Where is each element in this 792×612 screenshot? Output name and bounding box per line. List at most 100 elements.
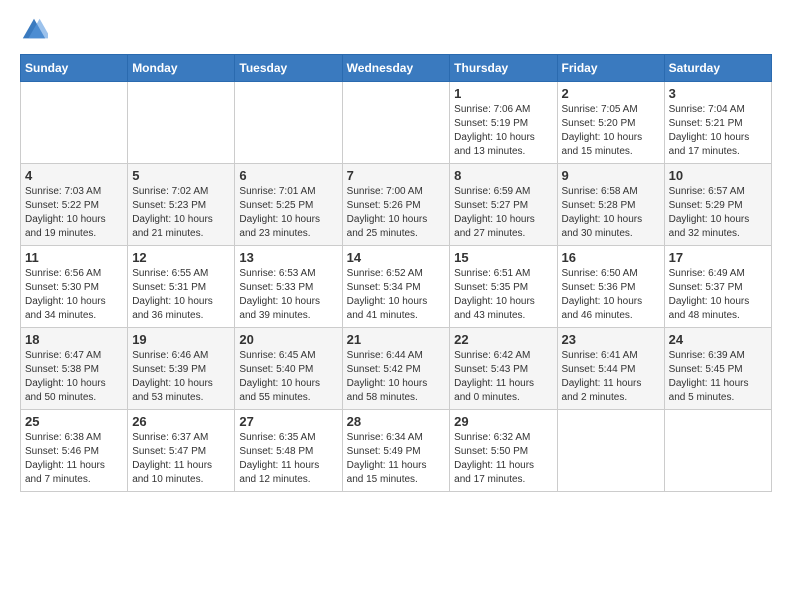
day-info: Sunrise: 6:49 AM Sunset: 5:37 PM Dayligh… — [669, 267, 767, 323]
calendar-cell: 8Sunrise: 6:59 AM Sunset: 5:27 PM Daylig… — [450, 164, 557, 246]
calendar-cell: 16 Sunrise: 6:50 AM Sunset: 5:36 PM Dayli… — [557, 246, 664, 328]
week-row-3: 11 Sunrise: 6:56 AM Sunset: 5:30 PM Dayli… — [21, 246, 772, 328]
day-number: 12 — [132, 250, 230, 265]
day-number: 21 — [347, 332, 446, 347]
calendar-header-row: SundayMondayTuesdayWednesdayThursdayFrid… — [21, 55, 772, 82]
day-number: 10 — [669, 168, 767, 183]
calendar-cell: 17Sunrise: 6:49 AM Sunset: 5:37 PM Dayli… — [664, 246, 771, 328]
calendar-cell: 5 Sunrise: 7:02 AM Sunset: 5:23 PM Daylig… — [128, 164, 235, 246]
day-number: 27 — [239, 414, 337, 429]
day-info: Sunrise: 6:45 AM Sunset: 5:40 PM Dayligh… — [239, 349, 337, 405]
logo-icon — [20, 16, 48, 44]
day-info: Sunrise: 6:51 AM Sunset: 5:35 PM Dayligh… — [454, 267, 552, 323]
day-info: Sunrise: 6:58 AM Sunset: 5:28 PM Dayligh… — [562, 185, 660, 241]
day-info: Sunrise: 6:56 AM Sunset: 5:30 PM Dayligh… — [25, 267, 123, 323]
calendar-cell: 11 Sunrise: 6:56 AM Sunset: 5:30 PM Dayli… — [21, 246, 128, 328]
day-number: 1 — [454, 86, 552, 101]
day-number: 25 — [25, 414, 123, 429]
calendar-cell: 14 Sunrise: 6:52 AM Sunset: 5:34 PM Dayli… — [342, 246, 450, 328]
calendar-cell: 25 Sunrise: 6:38 AM Sunset: 5:46 PM Dayli… — [21, 410, 128, 492]
calendar-cell: 21 Sunrise: 6:44 AM Sunset: 5:42 PM Dayli… — [342, 328, 450, 410]
calendar-cell: 7 Sunrise: 7:00 AM Sunset: 5:26 PM Daylig… — [342, 164, 450, 246]
week-row-5: 25 Sunrise: 6:38 AM Sunset: 5:46 PM Dayli… — [21, 410, 772, 492]
week-row-4: 18 Sunrise: 6:47 AM Sunset: 5:38 PM Dayli… — [21, 328, 772, 410]
week-row-2: 4 Sunrise: 7:03 AM Sunset: 5:22 PM Daylig… — [21, 164, 772, 246]
day-number: 2 — [562, 86, 660, 101]
calendar-cell: 12 Sunrise: 6:55 AM Sunset: 5:31 PM Dayli… — [128, 246, 235, 328]
day-number: 4 — [25, 168, 123, 183]
day-info: Sunrise: 6:53 AM Sunset: 5:33 PM Dayligh… — [239, 267, 337, 323]
calendar-cell: 29Sunrise: 6:32 AM Sunset: 5:50 PM Dayli… — [450, 410, 557, 492]
day-info: Sunrise: 6:32 AM Sunset: 5:50 PM Dayligh… — [454, 431, 552, 487]
day-header-friday: Friday — [557, 55, 664, 82]
day-number: 11 — [25, 250, 123, 265]
day-number: 3 — [669, 86, 767, 101]
day-number: 7 — [347, 168, 446, 183]
calendar-cell — [557, 410, 664, 492]
day-number: 13 — [239, 250, 337, 265]
calendar-cell: 20 Sunrise: 6:45 AM Sunset: 5:40 PM Dayli… — [235, 328, 342, 410]
calendar-cell: 24 Sunrise: 6:39 AM Sunset: 5:45 PM Dayli… — [664, 328, 771, 410]
day-info: Sunrise: 6:44 AM Sunset: 5:42 PM Dayligh… — [347, 349, 446, 405]
day-info: Sunrise: 6:42 AM Sunset: 5:43 PM Dayligh… — [454, 349, 552, 405]
day-info: Sunrise: 6:41 AM Sunset: 5:44 PM Dayligh… — [562, 349, 660, 405]
day-info: Sunrise: 6:57 AM Sunset: 5:29 PM Dayligh… — [669, 185, 767, 241]
day-number: 19 — [132, 332, 230, 347]
day-info: Sunrise: 7:01 AM Sunset: 5:25 PM Dayligh… — [239, 185, 337, 241]
day-header-saturday: Saturday — [664, 55, 771, 82]
day-info: Sunrise: 6:55 AM Sunset: 5:31 PM Dayligh… — [132, 267, 230, 323]
calendar-cell — [342, 82, 450, 164]
day-info: Sunrise: 6:47 AM Sunset: 5:38 PM Dayligh… — [25, 349, 123, 405]
calendar-cell: 22 Sunrise: 6:42 AM Sunset: 5:43 PM Dayli… — [450, 328, 557, 410]
day-info: Sunrise: 7:06 AM Sunset: 5:19 PM Dayligh… — [454, 103, 552, 159]
calendar-cell: 4 Sunrise: 7:03 AM Sunset: 5:22 PM Daylig… — [21, 164, 128, 246]
day-number: 26 — [132, 414, 230, 429]
calendar-cell — [21, 82, 128, 164]
day-header-thursday: Thursday — [450, 55, 557, 82]
day-info: Sunrise: 6:38 AM Sunset: 5:46 PM Dayligh… — [25, 431, 123, 487]
calendar-cell: 1 Sunrise: 7:06 AM Sunset: 5:19 PM Daylig… — [450, 82, 557, 164]
day-info: Sunrise: 6:59 AM Sunset: 5:27 PM Dayligh… — [454, 185, 552, 241]
calendar-cell: 28Sunrise: 6:34 AM Sunset: 5:49 PM Dayli… — [342, 410, 450, 492]
calendar-cell: 6Sunrise: 7:01 AM Sunset: 5:25 PM Daylig… — [235, 164, 342, 246]
day-number: 14 — [347, 250, 446, 265]
calendar-cell: 15 Sunrise: 6:51 AM Sunset: 5:35 PM Dayli… — [450, 246, 557, 328]
day-number: 15 — [454, 250, 552, 265]
day-info: Sunrise: 6:50 AM Sunset: 5:36 PM Dayligh… — [562, 267, 660, 323]
day-header-tuesday: Tuesday — [235, 55, 342, 82]
calendar-table: SundayMondayTuesdayWednesdayThursdayFrid… — [20, 54, 772, 492]
calendar-cell: 18 Sunrise: 6:47 AM Sunset: 5:38 PM Dayli… — [21, 328, 128, 410]
day-number: 16 — [562, 250, 660, 265]
day-number: 23 — [562, 332, 660, 347]
week-row-1: 1 Sunrise: 7:06 AM Sunset: 5:19 PM Daylig… — [21, 82, 772, 164]
day-number: 5 — [132, 168, 230, 183]
calendar-cell: 3Sunrise: 7:04 AM Sunset: 5:21 PM Daylig… — [664, 82, 771, 164]
day-number: 9 — [562, 168, 660, 183]
day-info: Sunrise: 6:35 AM Sunset: 5:48 PM Dayligh… — [239, 431, 337, 487]
calendar-cell: 13 Sunrise: 6:53 AM Sunset: 5:33 PM Dayli… — [235, 246, 342, 328]
calendar-cell: 2Sunrise: 7:05 AM Sunset: 5:20 PM Daylig… — [557, 82, 664, 164]
day-header-wednesday: Wednesday — [342, 55, 450, 82]
day-header-sunday: Sunday — [21, 55, 128, 82]
calendar-cell — [128, 82, 235, 164]
day-number: 18 — [25, 332, 123, 347]
day-info: Sunrise: 6:52 AM Sunset: 5:34 PM Dayligh… — [347, 267, 446, 323]
day-info: Sunrise: 7:00 AM Sunset: 5:26 PM Dayligh… — [347, 185, 446, 241]
day-header-monday: Monday — [128, 55, 235, 82]
calendar-cell: 19 Sunrise: 6:46 AM Sunset: 5:39 PM Dayli… — [128, 328, 235, 410]
day-info: Sunrise: 6:34 AM Sunset: 5:49 PM Dayligh… — [347, 431, 446, 487]
calendar-cell: 9 Sunrise: 6:58 AM Sunset: 5:28 PM Daylig… — [557, 164, 664, 246]
calendar-cell: 23 Sunrise: 6:41 AM Sunset: 5:44 PM Dayli… — [557, 328, 664, 410]
day-info: Sunrise: 6:37 AM Sunset: 5:47 PM Dayligh… — [132, 431, 230, 487]
day-number: 22 — [454, 332, 552, 347]
calendar-cell — [235, 82, 342, 164]
calendar-cell: 27 Sunrise: 6:35 AM Sunset: 5:48 PM Dayli… — [235, 410, 342, 492]
day-info: Sunrise: 6:46 AM Sunset: 5:39 PM Dayligh… — [132, 349, 230, 405]
day-info: Sunrise: 7:02 AM Sunset: 5:23 PM Dayligh… — [132, 185, 230, 241]
page-header — [20, 16, 772, 44]
day-number: 24 — [669, 332, 767, 347]
calendar-cell: 26 Sunrise: 6:37 AM Sunset: 5:47 PM Dayli… — [128, 410, 235, 492]
day-info: Sunrise: 6:39 AM Sunset: 5:45 PM Dayligh… — [669, 349, 767, 405]
day-number: 20 — [239, 332, 337, 347]
day-info: Sunrise: 7:03 AM Sunset: 5:22 PM Dayligh… — [25, 185, 123, 241]
